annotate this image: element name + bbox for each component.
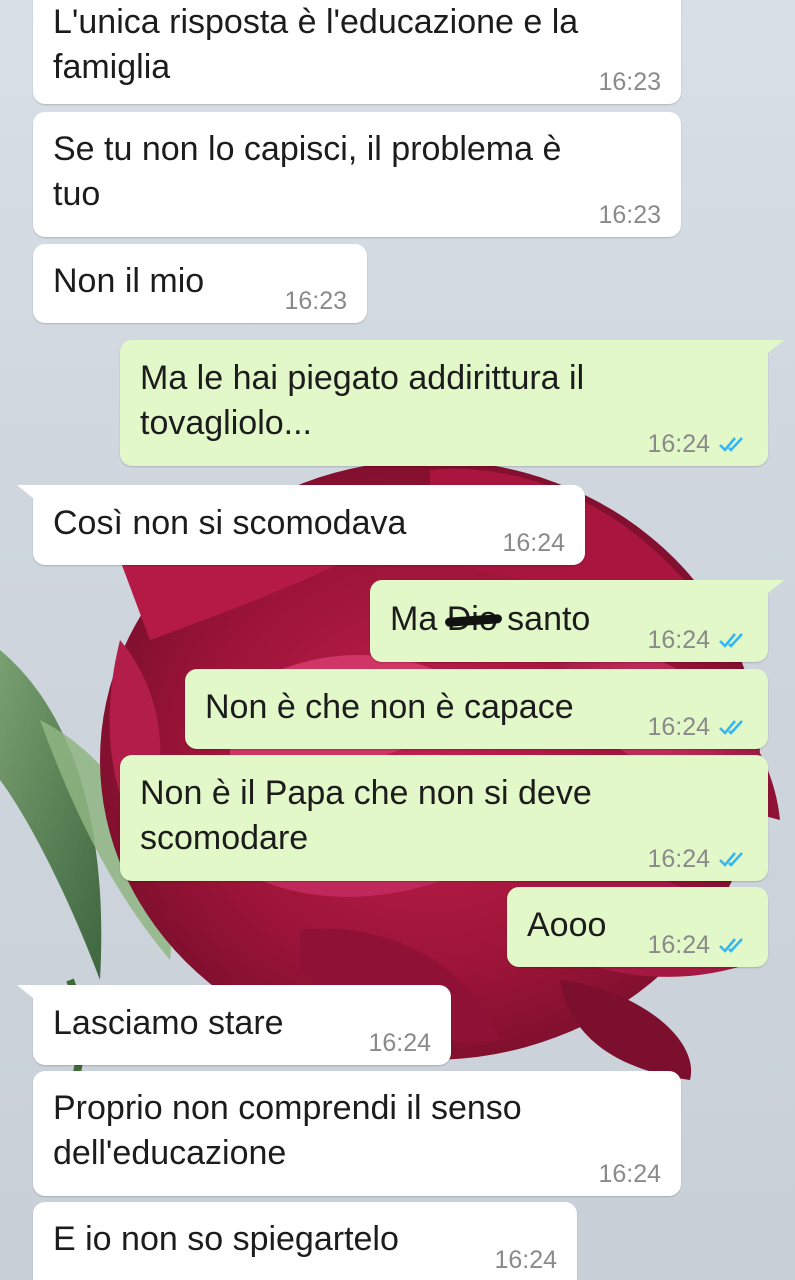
- message-text: E io non so spiegartelo: [53, 1220, 399, 1258]
- message-text: Se tu non lo capisci, il problema è: [53, 130, 562, 168]
- incoming-message[interactable]: Lasciamo stare 16:24: [17, 985, 451, 1065]
- message-time: 16:24: [647, 845, 710, 873]
- outgoing-message[interactable]: Ma le hai piegato addirittura il tovaglio…: [120, 340, 784, 466]
- message-text: scomodare: [140, 819, 309, 857]
- message-text: Non il mio: [53, 262, 205, 300]
- message-time: 16:24: [502, 529, 565, 557]
- bubble-tail-icon: [762, 340, 784, 358]
- message-list[interactable]: L'unica risposta è l'educazione e la fami…: [0, 0, 795, 1280]
- double-check-read-icon: [719, 437, 743, 452]
- message-text: Aooo: [527, 906, 607, 944]
- bubble-tail-icon: [17, 985, 39, 1003]
- message-time: 16:23: [284, 287, 347, 315]
- message-time: 16:24: [494, 1246, 557, 1274]
- incoming-message[interactable]: Non il mio 16:23: [33, 244, 367, 323]
- redacted-word: Dio: [447, 597, 498, 642]
- message-time: 16:24: [368, 1029, 431, 1057]
- message-text: Ma le hai piegato addirittura il: [140, 359, 585, 397]
- message-time: 16:24: [647, 430, 710, 458]
- incoming-message[interactable]: L'unica risposta è l'educazione e la fami…: [33, 0, 681, 104]
- message-time: 16:24: [647, 713, 710, 741]
- message-text: Ma: [390, 600, 438, 638]
- message-text: famiglia: [53, 48, 171, 86]
- message-text: santo: [507, 600, 591, 638]
- message-text: tuo: [53, 175, 101, 213]
- bubble-tail-icon: [762, 580, 784, 598]
- message-text: tovagliolo...: [140, 404, 312, 442]
- double-check-read-icon: [719, 633, 743, 648]
- message-text: dell'educazione: [53, 1134, 287, 1172]
- message-text: Proprio non comprendi il senso: [53, 1089, 522, 1127]
- incoming-message[interactable]: Proprio non comprendi il senso dell'educa…: [33, 1071, 681, 1196]
- message-text: Lasciamo stare: [53, 1004, 284, 1042]
- message-time: 16:24: [647, 931, 710, 959]
- incoming-message[interactable]: Così non si scomodava 16:24: [17, 485, 585, 565]
- message-time: 16:24: [598, 1160, 661, 1188]
- outgoing-message[interactable]: Ma Dio santo 16:24: [370, 580, 784, 662]
- outgoing-message[interactable]: Non è il Papa che non si deve scomodare 1…: [120, 755, 768, 881]
- message-text: Così non si scomodava: [53, 504, 407, 542]
- bubble-tail-icon: [17, 485, 39, 503]
- double-check-read-icon: [719, 938, 743, 953]
- incoming-message[interactable]: Se tu non lo capisci, il problema è tuo 1…: [33, 112, 681, 237]
- incoming-message[interactable]: E io non so spiegartelo 16:24: [33, 1202, 577, 1280]
- message-text: Non è che non è capace: [205, 688, 574, 726]
- message-text: Non è il Papa che non si deve: [140, 774, 592, 812]
- double-check-read-icon: [719, 852, 743, 867]
- message-time: 16:24: [647, 626, 710, 654]
- message-time: 16:23: [598, 68, 661, 96]
- double-check-read-icon: [719, 720, 743, 735]
- outgoing-message[interactable]: Aooo 16:24: [507, 887, 768, 967]
- message-time: 16:23: [598, 201, 661, 229]
- message-text: L'unica risposta è l'educazione e la: [53, 3, 579, 41]
- outgoing-message[interactable]: Non è che non è capace 16:24: [185, 669, 768, 749]
